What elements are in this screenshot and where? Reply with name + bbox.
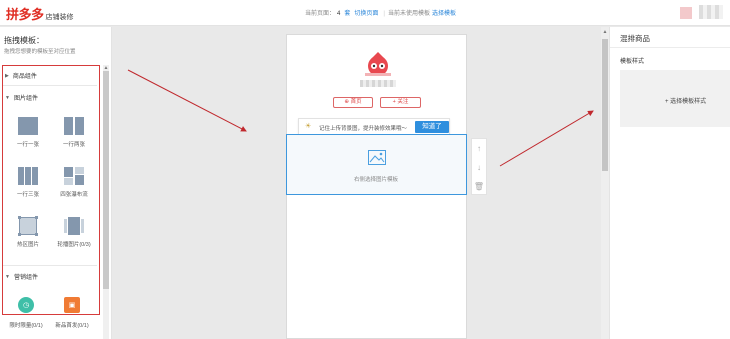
move-down-icon[interactable]: ↓: [472, 158, 486, 177]
current-page-label: 当前页面：: [305, 11, 336, 17]
scroll-up-icon[interactable]: ▲: [601, 29, 609, 35]
section-marketing[interactable]: ▼ 营销组件: [5, 272, 38, 282]
three-column-icon: [18, 167, 38, 185]
follow-button[interactable]: + 关注: [380, 97, 421, 108]
tile-new-arrival[interactable]: ▣ 新品首发(0/1): [50, 297, 94, 329]
move-up-icon[interactable]: ↑: [472, 139, 486, 158]
unused-template-label: 当前未使用模板: [387, 11, 430, 17]
one-column-icon: [18, 117, 38, 135]
settings-panel: 混排商品 模板样式 + 选择模板样式: [609, 27, 730, 339]
logo-subtitle: 店铺装修: [45, 14, 74, 21]
panel-title: 拖拽模板：: [4, 36, 44, 45]
switch-page-link[interactable]: 切换页面: [354, 11, 378, 17]
section-label: 图片组件: [13, 96, 38, 102]
arrow-to-canvas: [127, 69, 247, 132]
panel-subtitle: 拖拽您想要的模板至对应位置: [4, 49, 76, 55]
tip-banner: ☀ 记住上传背景图，提升装修效果哦～ 知道了: [298, 118, 450, 135]
got-it-button[interactable]: 知道了: [415, 121, 449, 133]
tile-label: 一行一张: [16, 142, 39, 148]
scroll-thumb[interactable]: [602, 39, 608, 171]
page-info-bar: 当前页面： 4 套切换页面 | 当前未使用模板 选择模板: [305, 8, 458, 17]
tile-one-per-row[interactable]: 一行一张: [8, 117, 48, 148]
hotspot-icon: [18, 216, 38, 236]
app-logo[interactable]: 拼多多 店铺装修: [6, 4, 74, 23]
image-icon: [368, 150, 386, 165]
divider: |: [383, 11, 385, 17]
choose-style-button[interactable]: + 选择模板样式: [665, 96, 706, 105]
canvas-scrollbar[interactable]: ▲: [601, 27, 609, 339]
tile-label: 一行三张: [16, 192, 39, 198]
home-button[interactable]: ⊕ 首页: [333, 97, 373, 108]
divider: [3, 265, 97, 266]
choose-template-link[interactable]: 选择模板: [432, 11, 456, 17]
caret-down-icon: ▼: [5, 94, 10, 101]
waterfall-icon: [64, 167, 84, 185]
home-label: 首页: [350, 99, 362, 105]
avatar[interactable]: [680, 7, 692, 19]
delete-icon[interactable]: 🗑: [472, 177, 486, 196]
tile-label: 热区图片: [16, 242, 39, 248]
page-unit-link[interactable]: 套: [344, 11, 350, 17]
lightbulb-icon: ☀: [305, 123, 312, 130]
component-panel: 拖拽模板： 拖拽您想要的模板至对应位置 ▶ 商品组件 ▼ 图片组件 一行一张 一…: [0, 27, 112, 339]
two-column-icon: [64, 117, 84, 135]
shop-logo-icon: [365, 52, 391, 76]
left-scrollbar[interactable]: ▲: [103, 65, 109, 339]
tile-two-per-row[interactable]: 一行两张: [54, 117, 94, 148]
tile-label: 一行两张: [62, 142, 85, 148]
divider: [3, 85, 97, 86]
scroll-thumb[interactable]: [103, 71, 109, 289]
divider: [610, 47, 730, 48]
top-header: 拼多多 店铺装修 当前页面： 4 套切换页面 | 当前未使用模板 选择模板: [0, 0, 730, 26]
section-image[interactable]: ▼ 图片组件: [5, 93, 38, 103]
drop-zone-hint: 右侧选择图片模板: [353, 177, 398, 183]
arrow-to-settings: [499, 110, 594, 167]
shop-name-blurred: [360, 80, 396, 87]
tile-flash-sale[interactable]: ◷ 限时限量(0/1): [4, 297, 48, 329]
caret-down-icon: ▼: [5, 273, 10, 280]
choose-style-box[interactable]: + 选择模板样式: [620, 70, 730, 127]
image-module-drop-zone[interactable]: 右侧选择图片模板: [286, 134, 467, 195]
tile-label: 轮播图片(0/3): [57, 242, 91, 248]
carousel-icon: [64, 217, 84, 235]
tile-three-per-row[interactable]: 一行三张: [8, 167, 48, 198]
tip-text: 记住上传背景图，提升装修效果哦～: [319, 126, 408, 132]
account-name[interactable]: [699, 5, 723, 19]
tile-hotspot[interactable]: 热区图片: [8, 216, 48, 248]
tile-waterfall[interactable]: 四张瀑布流: [54, 167, 94, 198]
new-arrival-icon: ▣: [64, 297, 80, 313]
settings-title: 混排商品: [620, 34, 650, 43]
page-count: 4: [337, 11, 341, 17]
home-icon: ⊕: [344, 99, 350, 105]
section-goods[interactable]: ▶ 商品组件: [5, 71, 37, 81]
section-label: 营销组件: [13, 275, 38, 281]
section-label: 商品组件: [12, 74, 37, 80]
flash-sale-icon: ◷: [18, 297, 34, 313]
module-toolbar: ↑ ↓ 🗑: [471, 138, 487, 195]
template-style-label: 模板样式: [620, 59, 645, 65]
tile-label: 新品首发(0/1): [55, 323, 89, 329]
tile-carousel[interactable]: 轮播图片(0/3): [54, 217, 94, 248]
caret-right-icon: ▶: [5, 72, 9, 79]
logo-text: 拼多多: [6, 7, 44, 22]
tile-label: 限时限量(0/1): [9, 323, 43, 329]
tile-label: 四张瀑布流: [60, 192, 88, 198]
